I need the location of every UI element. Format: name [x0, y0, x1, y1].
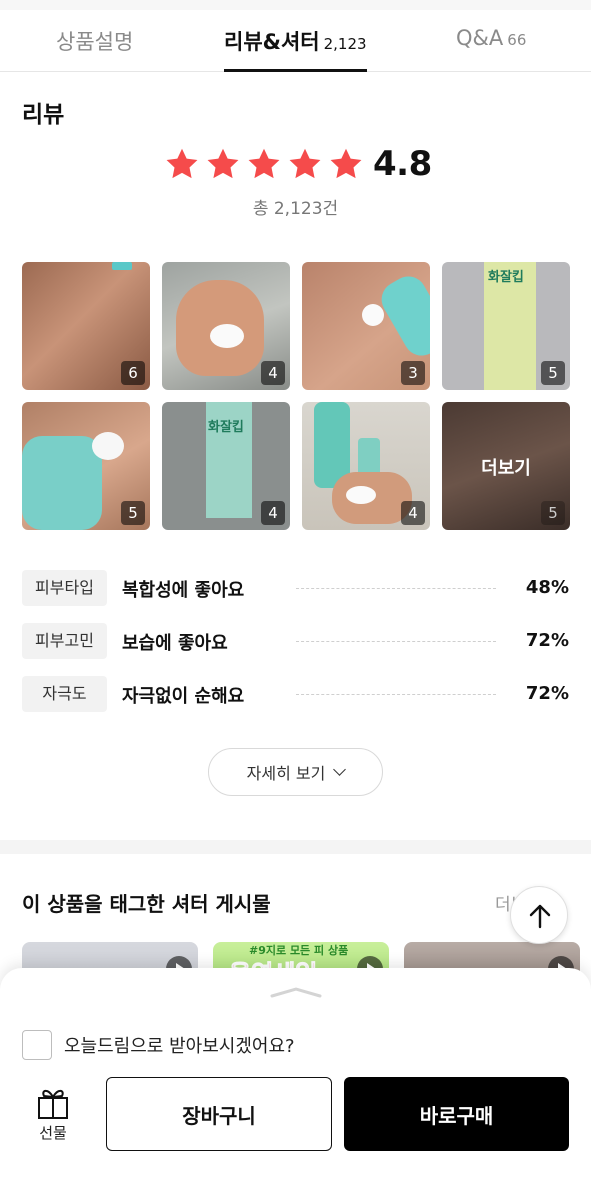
- review-photo[interactable]: 화잘킵 4: [162, 402, 290, 530]
- review-photo[interactable]: 4: [302, 402, 430, 530]
- review-attribute-row: 자극도 자극없이 순해요 72%: [22, 676, 569, 712]
- star-icon: [330, 148, 362, 179]
- buy-now-label: 바로구매: [419, 1103, 494, 1128]
- photo-count-badge: 5: [121, 501, 145, 525]
- purchase-bottom-sheet: 오늘드림으로 받아보시겠어요? 선물 장바구니 바로구매: [0, 968, 591, 1200]
- photo-count-badge: 4: [261, 501, 285, 525]
- chevron-down-icon: [333, 763, 347, 776]
- add-to-cart-label: 장바구니: [182, 1103, 256, 1128]
- review-photo[interactable]: 4: [162, 262, 290, 390]
- arrow-up-icon: [529, 904, 551, 929]
- review-attribute-row: 피부타입 복합성에 좋아요 48%: [22, 570, 569, 606]
- photo-count-badge: 6: [121, 361, 145, 385]
- shutter-section-title: 이 상품을 태그한 셔터 게시물: [22, 892, 271, 916]
- dotted-leader: [296, 641, 496, 642]
- photo-count-badge: 3: [401, 361, 425, 385]
- photo-count-badge: 4: [261, 361, 285, 385]
- photo-count-badge: 4: [401, 501, 425, 525]
- attribute-value: 복합성에 좋아요: [122, 580, 245, 601]
- review-photo[interactable]: 5: [22, 402, 150, 530]
- review-photo[interactable]: 6: [22, 262, 150, 390]
- sheet-handle-icon[interactable]: [270, 986, 322, 998]
- buy-now-button[interactable]: 바로구매: [344, 1077, 569, 1151]
- add-to-cart-button[interactable]: 장바구니: [106, 1077, 332, 1151]
- gift-label: 선물: [39, 1124, 67, 1142]
- attribute-category: 자극도: [22, 676, 107, 712]
- attribute-value: 자극없이 순해요: [122, 686, 245, 707]
- attribute-percent: 72%: [525, 630, 569, 651]
- review-photo[interactable]: 3: [302, 262, 430, 390]
- tab-count: 2,123: [323, 35, 367, 53]
- attribute-percent: 72%: [525, 683, 569, 704]
- tab-label: Q&A: [456, 26, 504, 50]
- dotted-leader: [296, 694, 496, 695]
- rating-summary: 4.8: [164, 142, 432, 186]
- scroll-to-top-button[interactable]: [510, 886, 568, 944]
- rating-value: 4.8: [373, 144, 432, 184]
- review-section-title: 리뷰: [22, 102, 65, 128]
- view-details-label: 자세히 보기: [246, 764, 326, 783]
- review-total-count: 총 2,123건: [252, 199, 339, 219]
- tab-label: 상품설명: [56, 30, 134, 54]
- tab-reviews-shutter[interactable]: 리뷰&셔터 2,123: [224, 26, 367, 56]
- review-attribute-row: 피부고민 보습에 좋아요 72%: [22, 623, 569, 659]
- attribute-percent: 48%: [525, 577, 569, 598]
- tab-product-description[interactable]: 상품설명: [56, 26, 133, 56]
- view-details-button[interactable]: 자세히 보기: [208, 748, 383, 796]
- attribute-category: 피부고민: [22, 623, 107, 659]
- tab-label: 리뷰&셔터: [224, 30, 320, 54]
- review-photo-more[interactable]: 더보기 5: [442, 402, 570, 530]
- star-icon: [207, 148, 239, 179]
- tab-qna[interactable]: Q&A 66: [456, 26, 526, 50]
- today-delivery-checkbox[interactable]: [22, 1030, 52, 1060]
- status-strip: [0, 0, 591, 10]
- review-photo[interactable]: 화잘킵 5: [442, 262, 570, 390]
- tab-bar: 상품설명 리뷰&셔터 2,123 Q&A 66: [0, 10, 591, 72]
- tab-count: 66: [507, 31, 527, 49]
- more-photos-label: 더보기: [481, 458, 531, 479]
- star-icon: [289, 148, 321, 179]
- active-tab-indicator: [224, 69, 367, 72]
- attribute-category: 피부타입: [22, 570, 107, 606]
- gift-button[interactable]: 선물: [30, 1086, 76, 1142]
- section-divider: [0, 840, 591, 854]
- photo-count-badge: 5: [541, 501, 565, 525]
- dotted-leader: [296, 588, 496, 589]
- today-delivery-label[interactable]: 오늘드림으로 받아보시겠어요?: [64, 1032, 295, 1058]
- star-icon: [248, 148, 280, 179]
- attribute-value: 보습에 좋아요: [122, 633, 228, 654]
- star-icon: [166, 148, 198, 179]
- photo-count-badge: 5: [541, 361, 565, 385]
- gift-icon: [38, 1089, 68, 1119]
